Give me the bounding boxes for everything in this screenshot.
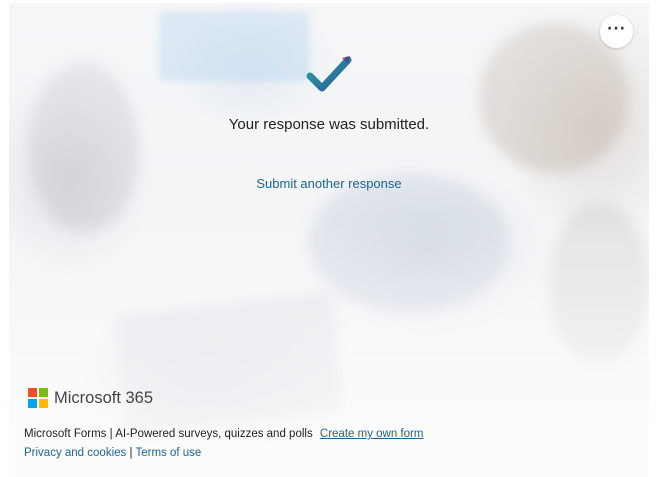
microsoft-365-logo: Microsoft 365 [28,388,153,408]
more-options-button[interactable]: ··· [600,15,633,48]
brand-name: Microsoft 365 [54,388,154,407]
submit-another-response-link[interactable]: Submit another response [0,176,658,191]
footer-legal-line: Privacy and cookies | Terms of use [24,447,201,459]
footer-product-line: Microsoft Forms | AI-Powered surveys, qu… [24,428,423,440]
separator: | [109,428,113,440]
ellipsis-icon: ··· [607,20,626,37]
product-tagline: AI-Powered surveys, quizzes and polls [115,428,313,440]
product-name: Microsoft Forms [24,428,107,440]
confirmation-title: Your response was submitted. [228,116,430,133]
separator: | [129,447,133,459]
terms-of-use-link[interactable]: Terms of use [135,447,201,459]
create-my-own-form-link[interactable]: Create my own form [320,428,424,440]
checkmark-icon [306,56,352,92]
microsoft-logo-icon [28,388,48,408]
privacy-and-cookies-link[interactable]: Privacy and cookies [24,447,126,459]
